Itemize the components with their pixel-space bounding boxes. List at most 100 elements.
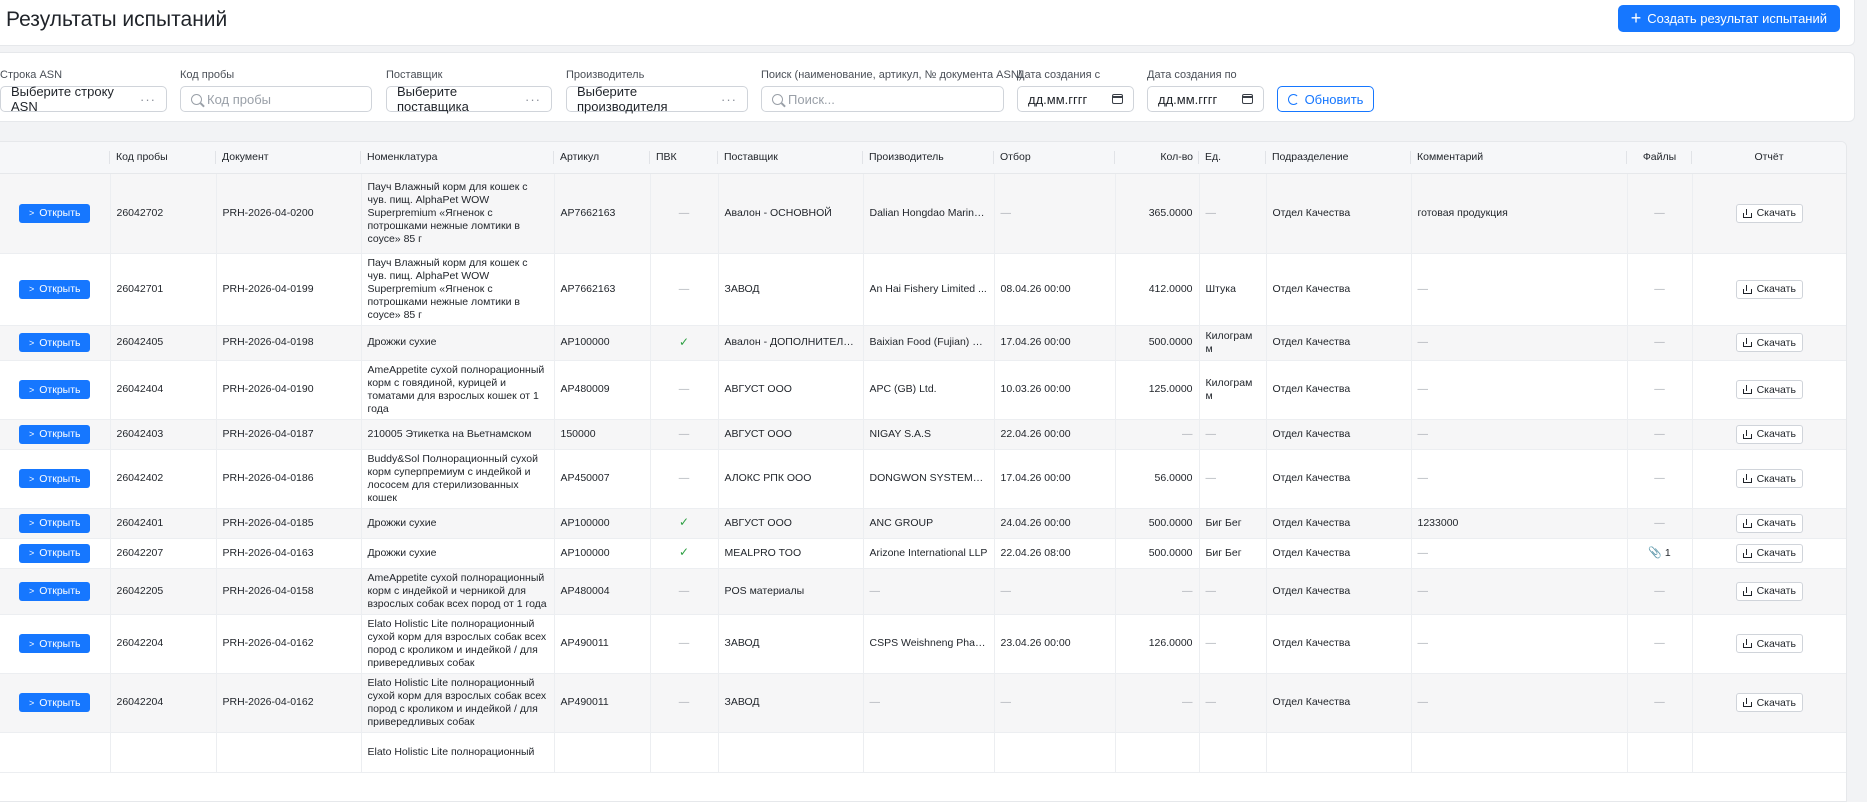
col-header-supplier[interactable]: Поставщик: [718, 142, 863, 174]
open-button[interactable]: > Открыть: [19, 581, 91, 601]
download-button-label: Скачать: [1756, 547, 1796, 559]
cell-supplier: ЗАВОД: [718, 614, 864, 674]
col-header-report[interactable]: Отчёт: [1692, 142, 1846, 174]
cell-open: > Открыть: [0, 508, 111, 539]
cell-quantity: 500.0000: [1115, 538, 1200, 569]
download-button[interactable]: Скачать: [1735, 543, 1803, 563]
cell-document-value: PRH-2026-04-0190: [222, 383, 314, 395]
col-header-unit[interactable]: Ед.: [1199, 142, 1266, 174]
col-header-article[interactable]: Артикул: [554, 142, 650, 174]
open-button-label: Открыть: [39, 637, 81, 650]
date-from-field[interactable]: дд.мм.гггг: [1017, 86, 1134, 112]
download-icon: [1742, 639, 1752, 648]
cell-sample-code-value: 26042403: [116, 427, 164, 440]
col-header-pvk[interactable]: ПВК: [650, 142, 718, 174]
cell-quantity: 412.0000: [1115, 253, 1200, 326]
cell-comment-value: 1233000: [1417, 516, 1459, 529]
open-button[interactable]: > Открыть: [19, 543, 91, 563]
cell-document: PRH-2026-04-0187: [216, 419, 362, 450]
cell-selection-value: —: [1000, 584, 1012, 597]
calendar-icon[interactable]: [1112, 94, 1123, 104]
download-button[interactable]: Скачать: [1735, 693, 1803, 712]
refresh-icon: [1287, 93, 1299, 105]
filter-manufacturer: Производитель Выберите производителя ···: [566, 69, 748, 114]
cell-nomenclature-value: Дрожжи сухие: [367, 516, 437, 529]
col-header-department[interactable]: Подразделение: [1266, 142, 1411, 174]
col-header-files[interactable]: Файлы: [1627, 142, 1692, 174]
download-button[interactable]: Скачать: [1735, 203, 1803, 223]
open-button[interactable]: > Открыть: [19, 513, 91, 533]
chevron-right-icon: >: [28, 638, 35, 649]
table-row[interactable]: > Открыть 26042702 PRH-2026-04-0200 Пауч Вла…: [0, 173, 1846, 254]
filter-panel: Строка ASN Выберите строку ASN ··· Код п…: [0, 52, 1855, 122]
create-test-result-button[interactable]: + Создать результат испытаний: [1617, 5, 1840, 32]
table-row[interactable]: > Открыть 26042204 PRH-2026-04-0162 Elato Ho…: [0, 614, 1846, 674]
download-button[interactable]: Скачать: [1735, 380, 1803, 399]
table-row[interactable]: Elato Holistic Lite полнорационный: [0, 732, 1846, 773]
cell-selection-value: 17.04.26 00:00: [1000, 472, 1071, 484]
cell-manufacturer: ANC GROUP: [863, 508, 995, 539]
cell-article-value: AP480009: [560, 383, 610, 395]
cell-article-value: 150000: [560, 427, 596, 440]
download-button[interactable]: Скачать: [1735, 469, 1803, 488]
col-header-selection[interactable]: Отбор: [994, 142, 1115, 174]
cell-manufacturer-value: Dalian Hongdao Marine...: [869, 206, 989, 219]
search-field[interactable]: [761, 86, 1004, 112]
cell-selection-value: —: [1000, 696, 1012, 708]
open-button[interactable]: > Открыть: [19, 693, 91, 712]
download-button[interactable]: Скачать: [1735, 333, 1803, 352]
download-button[interactable]: Скачать: [1735, 513, 1803, 533]
cell-files[interactable]: 📎 1: [1627, 538, 1693, 569]
refresh-button[interactable]: Обновить: [1277, 86, 1374, 112]
search-input[interactable]: [788, 91, 993, 107]
cell-supplier-value: АЛОКС РПК ООО: [724, 472, 812, 484]
col-header-document[interactable]: Документ: [216, 142, 361, 174]
download-button[interactable]: Скачать: [1735, 581, 1803, 601]
open-button[interactable]: > Открыть: [19, 634, 91, 653]
cell-department: Отдел Качества: [1266, 419, 1412, 450]
open-button[interactable]: > Открыть: [19, 469, 91, 488]
cell-manufacturer-value: NIGAY S.A.S: [869, 427, 931, 440]
col-header-nomenclature[interactable]: Номенклатура: [361, 142, 554, 174]
asn-select[interactable]: Выберите строку ASN ···: [0, 84, 167, 114]
col-header-sample-code[interactable]: Код пробы: [110, 142, 216, 174]
cell-quantity: —: [1115, 568, 1200, 615]
open-button[interactable]: > Открыть: [19, 424, 91, 444]
sample-code-field[interactable]: [180, 86, 372, 112]
table-row[interactable]: > Открыть 26042701 PRH-2026-04-0199 Пауч Вла…: [0, 253, 1846, 326]
cell-pvk-value: —: [678, 584, 690, 597]
supplier-select[interactable]: Выберите поставщика ···: [386, 84, 552, 114]
cell-nomenclature-value: Elato Holistic Lite полнорационный сухой…: [367, 617, 547, 669]
download-button[interactable]: Скачать: [1735, 424, 1803, 444]
open-button[interactable]: > Открыть: [19, 333, 91, 352]
download-button-label: Скачать: [1756, 207, 1796, 219]
cell-article: AP100000: [554, 325, 651, 361]
open-button[interactable]: > Открыть: [19, 279, 91, 299]
table-row[interactable]: > Открыть 26042204 PRH-2026-04-0162 Elato Ho…: [0, 673, 1846, 733]
cell-pvk-value: —: [678, 696, 690, 708]
download-button[interactable]: Скачать: [1735, 634, 1803, 653]
cell-department: Отдел Качества: [1266, 538, 1412, 569]
table-row[interactable]: > Открыть 26042402 PRH-2026-04-0186 Buddy&So…: [0, 449, 1846, 509]
cell-supplier: MEALPRO TOO: [718, 538, 864, 569]
table-row[interactable]: > Открыть 26042405 PRH-2026-04-0198 Дрожжи с…: [0, 325, 1846, 361]
table-row[interactable]: > Открыть 26042207 PRH-2026-04-0163 Дрожжи с…: [0, 538, 1846, 569]
table-row[interactable]: > Открыть 26042401 PRH-2026-04-0185 Дрожжи с…: [0, 508, 1846, 539]
table-row[interactable]: > Открыть 26042403 PRH-2026-04-0187 210005 Э…: [0, 419, 1846, 450]
cell-article-value: AP490011: [560, 696, 609, 708]
table-row[interactable]: > Открыть 26042404 PRH-2026-04-0190 AmeAppet…: [0, 360, 1846, 420]
download-button[interactable]: Скачать: [1735, 279, 1803, 299]
sample-code-input[interactable]: [207, 91, 361, 107]
table-row[interactable]: > Открыть 26042205 PRH-2026-04-0158 AmeAppet…: [0, 568, 1846, 615]
cell-open: > Открыть: [0, 614, 111, 674]
open-button[interactable]: > Открыть: [19, 380, 91, 399]
col-header-quantity[interactable]: Кол-во: [1115, 142, 1199, 174]
open-button[interactable]: > Открыть: [19, 203, 91, 223]
date-to-field[interactable]: дд.мм.гггг: [1147, 86, 1264, 112]
cell-nomenclature: Elato Holistic Lite полнорационный сухой…: [361, 614, 555, 674]
col-header-manufacturer[interactable]: Производитель: [863, 142, 994, 174]
more-icon: ···: [721, 91, 737, 107]
calendar-icon[interactable]: [1242, 94, 1253, 104]
col-header-comment[interactable]: Комментарий: [1411, 142, 1627, 174]
manufacturer-select[interactable]: Выберите производителя ···: [566, 84, 748, 114]
